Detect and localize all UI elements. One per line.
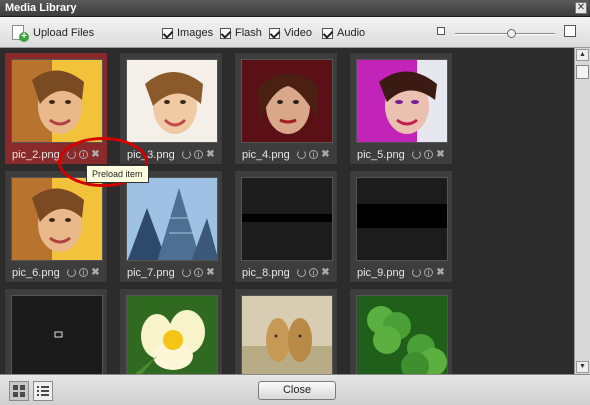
grid-view-icon [13,385,25,397]
info-icon[interactable]: i [79,268,88,277]
tile-actions: i ✖ [297,268,330,278]
media-filename: pic_9.png [357,267,405,279]
media-filename: pic_2.png [12,149,60,161]
remove-icon[interactable]: ✖ [321,268,330,278]
remove-icon[interactable]: ✖ [206,268,215,278]
video-checkbox[interactable] [269,27,280,39]
info-icon[interactable]: i [309,268,318,277]
preload-icon[interactable] [67,268,76,277]
tile-actions: i ✖ [412,268,445,278]
remove-icon[interactable]: ✖ [206,150,215,160]
scroll-down-arrow-icon[interactable]: ▼ [576,361,589,373]
list-view-icon [37,386,49,396]
upload-file-icon: + [11,24,29,42]
info-icon[interactable]: i [424,268,433,277]
close-button[interactable]: Close [258,381,336,400]
filter-video[interactable]: Video [269,27,312,39]
info-icon[interactable]: i [424,150,433,159]
thumbnail-size-slider[interactable] [455,29,555,38]
large-thumbnails-icon[interactable] [564,25,576,37]
grid-view-button[interactable] [9,381,29,401]
filter-images-label: Images [177,27,214,39]
flash-checkbox[interactable] [220,27,231,39]
info-icon[interactable]: i [309,150,318,159]
filter-flash[interactable]: Flash [220,27,262,39]
media-tile[interactable]: pic_8.png i ✖ [234,170,338,283]
media-grid: pic_2.png i ✖ pic_3.png i ✖ pic_4.png i ✖ pic_5.p… [0,48,574,374]
list-view-button[interactable] [33,381,53,401]
audio-checkbox[interactable] [322,27,333,39]
scroll-thumb[interactable] [576,65,589,79]
vertical-scrollbar[interactable]: ▲ ▼ [574,48,590,374]
media-tile[interactable] [349,288,453,374]
preload-icon[interactable] [182,268,191,277]
media-filename: pic_7.png [127,267,175,279]
media-filename: pic_6.png [12,267,60,279]
media-thumbnail[interactable] [11,177,103,261]
media-library-window: Media Library ✕ + Upload Files Images Fl… [0,0,590,405]
tile-actions: i ✖ [67,268,100,278]
remove-icon[interactable]: ✖ [436,150,445,160]
preload-icon[interactable] [297,268,306,277]
media-thumbnail[interactable] [356,59,448,143]
window-close-icon[interactable]: ✕ [575,2,587,14]
preload-tooltip: Preload item [86,165,149,183]
tile-actions: i ✖ [412,150,445,160]
toolbar: + Upload Files Images Flash Video Audio [0,17,590,48]
media-thumbnail[interactable] [241,59,333,143]
media-tile[interactable]: pic_6.png i ✖ [4,170,108,283]
scroll-up-arrow-icon[interactable]: ▲ [576,49,589,61]
media-tile[interactable] [234,288,338,374]
media-tile[interactable] [119,288,223,374]
media-tile[interactable]: pic_7.png i ✖ [119,170,223,283]
media-thumbnail[interactable] [11,295,103,374]
media-tile[interactable] [4,288,108,374]
filter-flash-label: Flash [235,27,262,39]
upload-files-button[interactable]: + Upload Files [11,23,94,43]
filter-audio-label: Audio [337,27,366,39]
preload-icon[interactable] [412,268,421,277]
small-thumbnails-icon[interactable] [437,27,445,35]
media-tile[interactable]: pic_9.png i ✖ [349,170,453,283]
slider-handle[interactable] [507,29,516,38]
filter-video-label: Video [284,27,312,39]
remove-icon[interactable]: ✖ [321,150,330,160]
media-filename: pic_5.png [357,149,405,161]
media-filename: pic_4.png [242,149,290,161]
media-thumbnail[interactable] [356,295,448,374]
media-thumbnail[interactable] [241,295,333,374]
media-filename: pic_8.png [242,267,290,279]
preload-icon[interactable] [182,150,191,159]
preload-icon[interactable] [297,150,306,159]
media-tile[interactable]: pic_4.png i ✖ [234,52,338,165]
window-title: Media Library [5,2,77,14]
media-tile[interactable]: pic_5.png i ✖ [349,52,453,165]
filter-images[interactable]: Images [162,27,213,39]
title-bar: Media Library ✕ [0,0,590,17]
tile-actions: i ✖ [182,268,215,278]
media-thumbnail[interactable] [241,177,333,261]
remove-icon[interactable]: ✖ [436,268,445,278]
media-thumbnail[interactable] [11,59,103,143]
media-thumbnail[interactable] [126,59,218,143]
upload-files-label: Upload Files [33,27,95,39]
tile-actions: i ✖ [297,150,330,160]
remove-icon[interactable]: ✖ [91,268,100,278]
media-thumbnail[interactable] [126,177,218,261]
info-icon[interactable]: i [194,150,203,159]
filter-audio[interactable]: Audio [322,27,365,39]
images-checkbox[interactable] [162,27,173,39]
preload-icon[interactable] [412,150,421,159]
tile-actions: i ✖ [182,150,215,160]
media-thumbnail[interactable] [356,177,448,261]
info-icon[interactable]: i [194,268,203,277]
footer-bar: Close [0,374,590,405]
media-thumbnail[interactable] [126,295,218,374]
